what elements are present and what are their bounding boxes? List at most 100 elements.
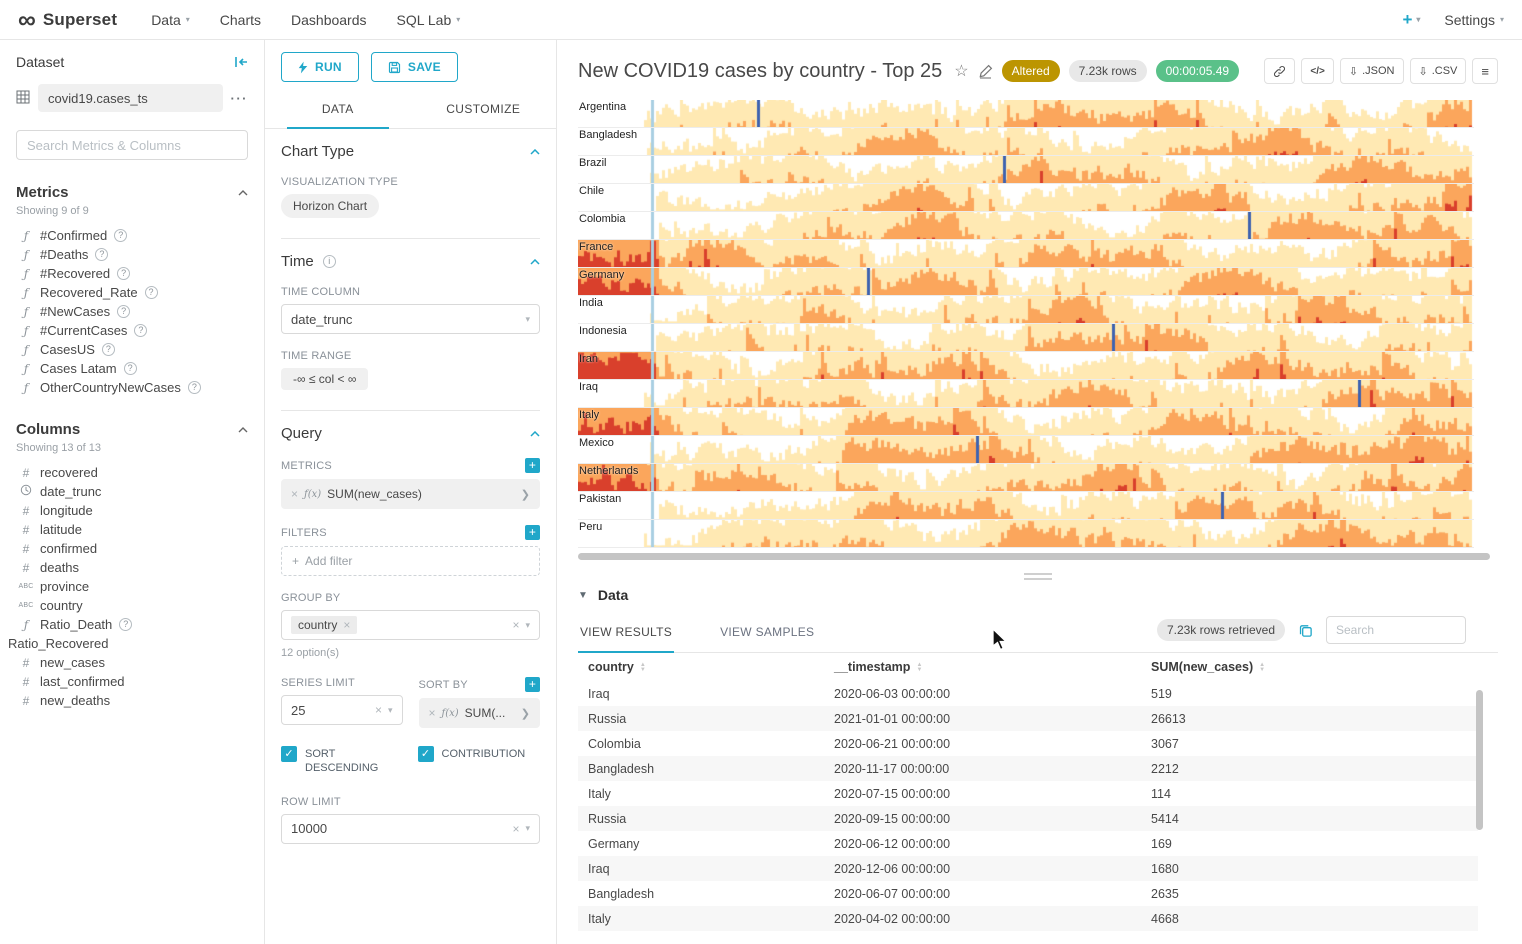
collapse-panel-icon[interactable] — [234, 56, 248, 68]
edit-properties-icon[interactable] — [978, 64, 993, 79]
nav-item-dashboards[interactable]: Dashboards — [291, 12, 367, 28]
metric-item[interactable]: ƒ#CurrentCases? — [16, 321, 248, 340]
column-header-timestamp[interactable]: __timestamp▲▼ — [824, 653, 1141, 681]
metrics-showing-count: Showing 9 of 9 — [16, 205, 248, 217]
metrics-label: METRICS — [281, 460, 332, 472]
column-item[interactable]: ƒRatio_Death? — [16, 615, 248, 634]
group-by-options-hint: 12 option(s) — [281, 647, 540, 659]
metric-control[interactable]: × ƒ(x) SUM(new_cases) ❯ — [281, 479, 540, 509]
columns-section-header[interactable]: Columns — [16, 421, 248, 438]
column-item[interactable]: #new_deaths — [16, 691, 248, 710]
clear-select-icon[interactable]: × — [375, 704, 382, 716]
add-filter-plus-button[interactable]: + — [525, 525, 540, 540]
dataset-more-button[interactable]: ··· — [231, 91, 249, 106]
add-filter-button[interactable]: + Add filter — [281, 546, 540, 576]
chevron-right-icon[interactable]: ❯ — [521, 488, 530, 501]
settings-menu[interactable]: Settings ▾ — [1444, 12, 1504, 28]
nav-item-sql-lab[interactable]: SQL Lab ▾ — [397, 12, 461, 28]
column-header-sum-new-cases[interactable]: SUM(new_cases)▲▼ — [1141, 653, 1478, 681]
remove-sort-icon[interactable]: × — [429, 707, 436, 719]
section-title: Time — [281, 253, 314, 270]
contribution-checkbox[interactable]: ✓ CONTRIBUTION — [418, 746, 541, 776]
nav-item-charts[interactable]: Charts — [220, 12, 261, 28]
section-title: Chart Type — [281, 143, 354, 160]
add-sort-by-button[interactable]: + — [525, 677, 540, 692]
metric-item[interactable]: ƒCasesUS? — [16, 340, 248, 359]
panel-resize-handle[interactable] — [1024, 573, 1052, 580]
remove-metric-icon[interactable]: × — [291, 488, 298, 500]
superset-logo[interactable]: ∞ Superset — [18, 10, 117, 30]
row-limit-select[interactable]: 10000 × ▾ — [281, 814, 540, 844]
cell-timestamp: 2020-04-02 00:00:00 — [824, 906, 1141, 931]
tab-customize[interactable]: CUSTOMIZE — [411, 92, 557, 128]
clear-select-icon[interactable]: × — [512, 619, 519, 631]
column-item[interactable]: #confirmed — [16, 539, 248, 558]
chart-menu-button[interactable]: ≡ — [1472, 58, 1498, 84]
time-range-value[interactable]: -∞ ≤ col < ∞ — [281, 368, 368, 390]
favorite-star-icon[interactable]: ☆ — [954, 61, 968, 81]
column-item[interactable]: date_trunc — [16, 482, 248, 501]
column-item[interactable]: #recovered — [16, 463, 248, 482]
time-section-header[interactable]: Time i — [281, 253, 540, 270]
column-name: latitude — [40, 522, 82, 537]
metric-item[interactable]: ƒ#Confirmed? — [16, 226, 248, 245]
horizontal-scrollbar[interactable] — [578, 553, 1490, 560]
sort-by-select[interactable]: × ƒ(x) SUM(... ❯ — [419, 698, 541, 728]
horizon-row-label: India — [579, 297, 603, 309]
column-item[interactable]: #new_cases — [16, 653, 248, 672]
column-item[interactable]: #deaths — [16, 558, 248, 577]
embed-code-button[interactable]: </> — [1301, 58, 1333, 84]
column-item[interactable]: Ratio_Recovered — [8, 634, 248, 653]
nav-item-data[interactable]: Data ▾ — [151, 12, 190, 28]
metric-item[interactable]: ƒRecovered_Rate? — [16, 283, 248, 302]
column-header-country[interactable]: country▲▼ — [578, 653, 824, 681]
column-item[interactable]: ABCprovince — [16, 577, 248, 596]
column-item[interactable]: #last_confirmed — [16, 672, 248, 691]
data-section-header[interactable]: ▼ Data — [578, 587, 1498, 603]
cell-sum-new-cases: 4668 — [1141, 906, 1478, 931]
export-csv-button[interactable]: ⇩ .CSV — [1410, 58, 1467, 84]
dataset-name[interactable]: covid19.cases_ts — [38, 84, 223, 112]
copy-data-icon[interactable] — [1298, 623, 1313, 638]
tab-data[interactable]: DATA — [265, 92, 411, 128]
column-item[interactable]: #latitude — [16, 520, 248, 539]
add-metric-button[interactable]: + — [525, 458, 540, 473]
metric-item[interactable]: ƒOtherCountryNewCases? — [16, 378, 248, 397]
export-json-button[interactable]: ⇩ .JSON — [1340, 58, 1404, 84]
tab-view-samples[interactable]: VIEW SAMPLES — [718, 617, 816, 652]
time-column-select[interactable]: date_trunc ▾ — [281, 304, 540, 334]
cell-timestamp: 2020-06-03 00:00:00 — [824, 681, 1141, 706]
copy-link-button[interactable] — [1264, 58, 1295, 84]
save-button[interactable]: SAVE — [371, 52, 458, 82]
column-item[interactable]: #longitude — [16, 501, 248, 520]
group-by-select[interactable]: country × × ▾ — [281, 610, 540, 640]
new-item-button[interactable]: + ▾ — [1402, 10, 1420, 30]
viz-type-value[interactable]: Horizon Chart — [281, 194, 379, 218]
sort-descending-checkbox[interactable]: ✓ SORT DESCENDING — [281, 746, 404, 776]
run-button[interactable]: RUN — [281, 52, 359, 82]
vertical-scrollbar[interactable] — [1476, 690, 1483, 830]
metric-item[interactable]: ƒ#Recovered? — [16, 264, 248, 283]
clear-select-icon[interactable]: × — [512, 823, 519, 835]
altered-badge[interactable]: Altered — [1002, 60, 1060, 82]
column-name: deaths — [40, 560, 79, 575]
metric-item[interactable]: ƒ#NewCases? — [16, 302, 248, 321]
chevron-right-icon[interactable]: ❯ — [521, 707, 530, 720]
metric-item[interactable]: ƒ#Deaths? — [16, 245, 248, 264]
series-limit-select[interactable]: 25 × ▾ — [281, 695, 403, 725]
column-item[interactable]: ABCcountry — [16, 596, 248, 615]
tab-view-results[interactable]: VIEW RESULTS — [578, 617, 674, 652]
results-search-input[interactable] — [1326, 616, 1466, 644]
group-by-tag[interactable]: country × — [291, 616, 357, 634]
results-table: country▲▼ __timestamp▲▼ SUM(new_cases)▲▼… — [578, 653, 1478, 931]
remove-tag-icon[interactable]: × — [343, 619, 350, 631]
chart-type-section-header[interactable]: Chart Type — [281, 143, 540, 160]
horizon-row-label: Argentina — [579, 101, 626, 113]
query-section-header[interactable]: Query — [281, 425, 540, 442]
horizon-row-label: Indonesia — [579, 325, 627, 337]
metric-item[interactable]: ƒCases Latam? — [16, 359, 248, 378]
search-metrics-columns-input[interactable] — [16, 130, 248, 160]
series-limit-value: 25 — [291, 703, 369, 718]
metrics-section-header[interactable]: Metrics — [16, 184, 248, 201]
chevron-down-icon: ▾ — [456, 15, 460, 24]
